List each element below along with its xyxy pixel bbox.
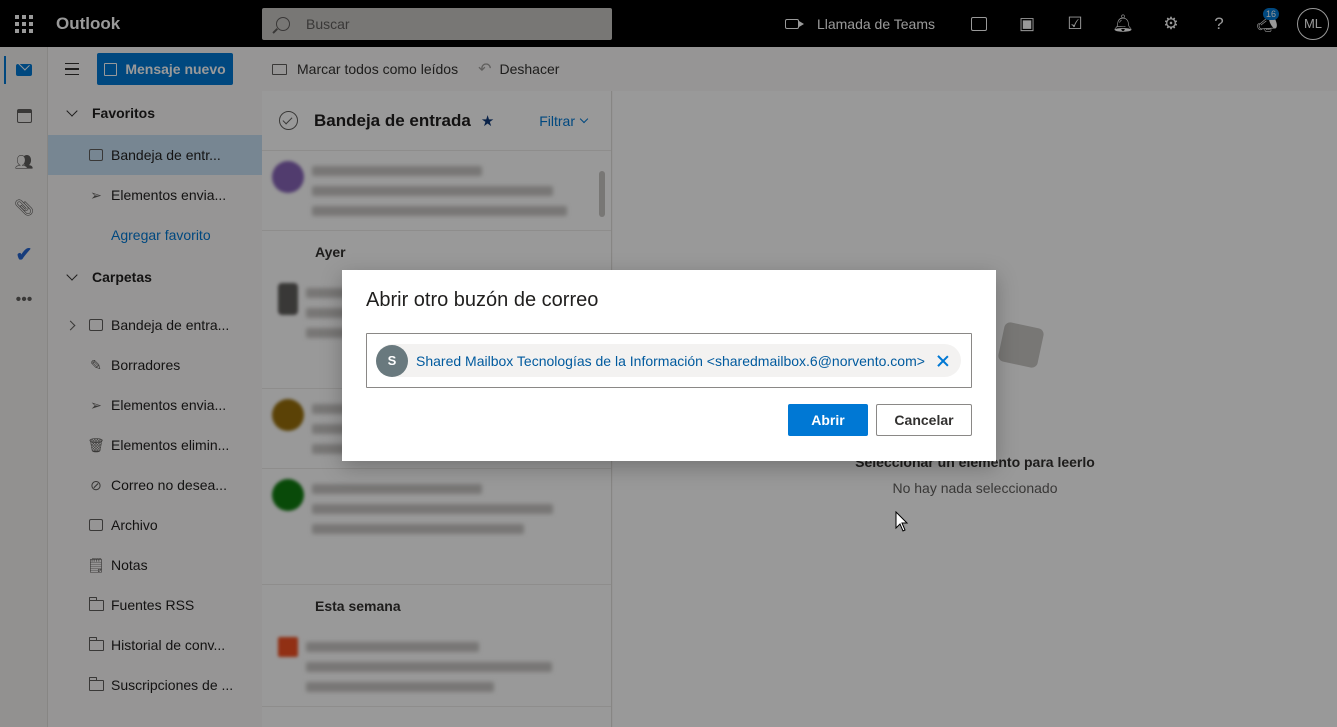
persona-avatar: S: [376, 344, 408, 377]
dialog-title: Abrir otro buzón de correo: [366, 289, 599, 311]
cancel-button[interactable]: Cancelar: [876, 404, 972, 436]
open-button[interactable]: Abrir: [788, 404, 868, 436]
persona-name: Shared Mailbox Tecnologías de la Informa…: [416, 352, 925, 369]
open-mailbox-dialog: Abrir otro buzón de correo S Shared Mail…: [342, 270, 996, 461]
mailbox-picker-input[interactable]: S Shared Mailbox Tecnologías de la Infor…: [366, 333, 972, 388]
close-icon[interactable]: [935, 353, 951, 369]
persona-chip[interactable]: S Shared Mailbox Tecnologías de la Infor…: [376, 344, 961, 377]
